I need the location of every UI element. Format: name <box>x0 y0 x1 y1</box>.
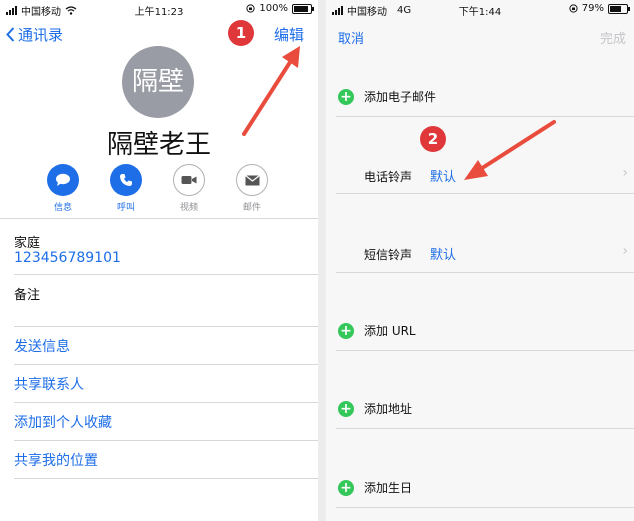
status-bar: 中国移动 上午11:23 100% <box>0 0 318 18</box>
divider <box>14 364 318 365</box>
add-icon: + <box>338 322 354 339</box>
edit-contact-screen: 中国移动 4G 下午1:44 79% 取消 完成 + 添加电子邮件 2 电话铃声… <box>326 0 634 521</box>
status-bar: 中国移动 4G 下午1:44 79% <box>326 0 634 18</box>
cancel-button[interactable]: 取消 <box>338 28 364 47</box>
mail-button[interactable]: 邮件 <box>235 164 269 213</box>
divider <box>336 428 634 429</box>
add-url-label: 添加 URL <box>364 324 416 338</box>
add-icon: + <box>338 400 354 417</box>
phone-field-label: 家庭 <box>14 236 41 251</box>
add-icon: + <box>338 88 354 105</box>
chevron-right-icon: › <box>622 165 628 181</box>
action-buttons: 信息 呼叫 视频 邮件 <box>46 164 269 213</box>
mail-label: 邮件 <box>242 203 261 213</box>
battery-percent: 100% <box>259 3 288 14</box>
battery-percent: 79% <box>581 3 604 14</box>
message-icon <box>56 173 70 186</box>
annotation-arrow-2 <box>464 120 556 180</box>
chevron-left-icon <box>6 27 15 42</box>
edit-button[interactable]: 编辑 <box>274 24 304 45</box>
back-label: 通讯录 <box>18 26 64 44</box>
avatar: 隔壁 <box>122 46 194 118</box>
add-icon: + <box>338 479 354 496</box>
back-button[interactable]: 通讯录 <box>6 24 63 45</box>
ringtone-value: 默认 <box>430 170 457 185</box>
add-birthday-label: 添加生日 <box>364 481 413 495</box>
step-badge-2: 2 <box>420 126 446 152</box>
add-to-favorites-link[interactable]: 添加到个人收藏 <box>14 412 112 432</box>
divider <box>336 116 634 117</box>
call-button[interactable]: 呼叫 <box>109 164 143 213</box>
battery-icon <box>608 3 630 14</box>
add-address-label: 添加地址 <box>364 402 413 416</box>
divider <box>0 218 318 219</box>
share-contact-link[interactable]: 共享联系人 <box>14 374 84 394</box>
add-url-row[interactable]: + 添加 URL <box>326 322 634 339</box>
call-label: 呼叫 <box>116 203 135 213</box>
orientation-lock-icon <box>569 4 578 13</box>
divider <box>14 440 318 441</box>
orientation-lock-icon <box>246 4 256 13</box>
panel-divider <box>318 0 326 521</box>
divider <box>14 274 318 275</box>
send-message-link[interactable]: 发送信息 <box>14 336 70 356</box>
notes-label: 备注 <box>14 288 41 303</box>
divider <box>14 326 318 327</box>
share-location-link[interactable]: 共享我的位置 <box>14 450 98 470</box>
phone-number[interactable]: 123456789101 <box>14 250 121 266</box>
done-button[interactable]: 完成 <box>600 28 626 47</box>
add-email-label: 添加电子邮件 <box>364 90 437 104</box>
contact-name: 隔壁老王 <box>106 130 211 160</box>
video-button[interactable]: 视频 <box>172 164 206 213</box>
divider <box>14 402 318 403</box>
divider <box>336 272 634 273</box>
battery-icon <box>292 3 314 14</box>
video-icon <box>181 176 197 184</box>
divider <box>14 478 318 479</box>
mail-icon <box>244 174 260 185</box>
ringtone-label: 电话铃声 <box>364 170 413 184</box>
message-label: 信息 <box>53 203 72 213</box>
add-address-row[interactable]: + 添加地址 <box>326 400 634 417</box>
divider <box>336 193 634 194</box>
text-tone-label: 短信铃声 <box>364 248 413 262</box>
add-birthday-row[interactable]: + 添加生日 <box>326 479 634 496</box>
text-tone-value: 默认 <box>430 248 457 263</box>
divider <box>336 350 634 351</box>
video-label: 视频 <box>179 203 198 213</box>
contact-detail-screen: 中国移动 上午11:23 100% 通讯录 1 编辑 隔壁 隔壁老王 信息 呼叫… <box>0 0 318 521</box>
divider <box>336 507 634 508</box>
phone-icon <box>120 174 132 186</box>
message-button[interactable]: 信息 <box>46 164 80 213</box>
step-badge-1: 1 <box>228 20 254 46</box>
chevron-right-icon: › <box>622 243 628 259</box>
add-email-row[interactable]: + 添加电子邮件 <box>326 88 634 105</box>
